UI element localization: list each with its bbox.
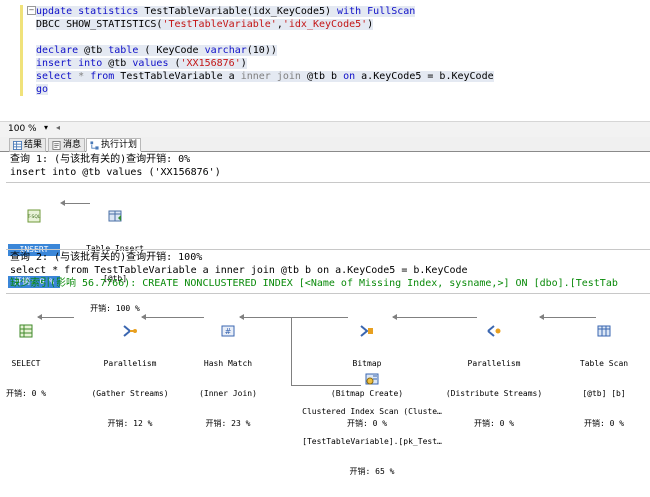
- grid-icon: [13, 140, 22, 150]
- op-clustered-index-scan-cost: 开销: 65 %: [349, 467, 395, 476]
- plan-op-parallelism-gather[interactable]: Parallelism (Gather Streams) 开销: 12 %: [82, 304, 178, 449]
- op-select-cost: 开销: 0 %: [6, 389, 47, 398]
- query-separator: [6, 249, 650, 250]
- parallelism-icon: [487, 325, 501, 337]
- query2-separator: [6, 293, 650, 294]
- zoom-dropdown-icon[interactable]: ▾: [44, 123, 48, 132]
- flow-line: [291, 317, 292, 385]
- tab-execution-plan[interactable]: 执行计划: [86, 138, 142, 152]
- plan-op-select[interactable]: SELECT 开销: 0 %: [6, 304, 46, 419]
- clustered-index-scan-icon: [365, 373, 379, 385]
- op-table-scan-sub: [@tb] [b]: [582, 389, 626, 398]
- plan-op-hash-match[interactable]: # Hash Match (Inner Join) 开销: 23 %: [196, 304, 260, 449]
- execution-plan-icon: [90, 140, 99, 150]
- plan-op-table-scan[interactable]: Table Scan [@tb] [b] 开销: 0 %: [574, 304, 634, 449]
- tab-results[interactable]: 结果: [9, 138, 47, 152]
- hash-match-icon: #: [221, 325, 235, 337]
- op-parallelism-gather-cost: 开销: 12 %: [107, 419, 153, 428]
- op-clustered-index-scan-title: Clustered Index Scan (Cluste…: [302, 407, 442, 416]
- table-scan-icon: [597, 325, 611, 337]
- collapse-icon[interactable]: −: [27, 6, 36, 15]
- zoom-bar: 100 % ▾ ◂: [0, 121, 650, 138]
- message-icon: [52, 140, 61, 150]
- query1-separator: [6, 182, 650, 183]
- op-parallelism-distribute-title: Parallelism: [467, 359, 521, 368]
- bitmap-icon: [360, 325, 373, 337]
- plan-op-parallelism-distribute[interactable]: Parallelism (Distribute Streams) 开销: 0 %: [440, 304, 548, 449]
- execution-plan-pane: 查询 1: (与该批有关的)查询开销: 0% insert into @tb v…: [0, 152, 650, 476]
- code-line-5: select * from TestTableVariable a inner …: [36, 71, 494, 82]
- op-parallelism-distribute-sub: (Distribute Streams): [445, 389, 543, 398]
- tab-messages[interactable]: 消息: [48, 138, 86, 152]
- tab-results-label: 结果: [24, 140, 43, 150]
- parallelism-icon: [123, 325, 137, 337]
- table-insert-icon: [108, 210, 122, 222]
- editor-gutter: [0, 0, 24, 120]
- scroll-left-icon[interactable]: ◂: [56, 123, 60, 132]
- zoom-level[interactable]: 100 %: [8, 124, 37, 134]
- tsql-icon: T-SQL: [27, 209, 41, 223]
- code-line-6: go: [36, 84, 49, 95]
- code-line-3: declare @tb table ( KeyCode varchar(10)): [36, 45, 277, 56]
- results-tabs: 结果 消息 执行计划: [0, 137, 650, 152]
- arrow-icon: [60, 200, 65, 206]
- code-line-4: insert into @tb values ('XX156876'): [36, 58, 247, 69]
- query1-sql: insert into @tb values ('XX156876'): [10, 167, 221, 178]
- code-line-2: DBCC SHOW_STATISTICS('TestTableVariable'…: [36, 19, 374, 30]
- op-hash-match-cost: 开销: 23 %: [205, 419, 251, 428]
- op-table-scan-title: Table Scan: [579, 359, 629, 368]
- op-hash-match-sub: (Inner Join): [199, 389, 257, 398]
- plan-op-clustered-index-scan[interactable]: Clustered Index Scan (Cluste… [TestTable…: [294, 352, 450, 497]
- select-result-icon: [19, 324, 33, 338]
- query1-header: 查询 1: (与该批有关的)查询开销: 0%: [10, 154, 191, 165]
- svg-text:#: #: [225, 327, 232, 336]
- change-marker: [20, 5, 23, 96]
- svg-text:T-SQL: T-SQL: [27, 214, 41, 220]
- sql-editor[interactable]: − update statistics TestTableVariable(id…: [0, 0, 650, 120]
- op-table-scan-cost: 开销: 0 %: [583, 419, 625, 428]
- op-parallelism-distribute-cost: 开销: 0 %: [473, 419, 515, 428]
- op-clustered-index-scan-sub: [TestTableVariable].[pk_Test…: [302, 437, 442, 446]
- code-line-1: update statistics TestTableVariable(idx_…: [36, 6, 416, 17]
- op-parallelism-gather-title: Parallelism: [103, 359, 157, 368]
- op-parallelism-gather-sub: (Gather Streams): [91, 389, 169, 398]
- op-select-title: SELECT: [11, 359, 41, 368]
- query2-sql: select * from TestTableVariable a inner …: [10, 265, 468, 276]
- missing-index-hint[interactable]: 缺少索引(影响 56.7766): CREATE NONCLUSTERED IN…: [10, 278, 650, 290]
- op-hash-match-title: Hash Match: [203, 359, 253, 368]
- tab-messages-label: 消息: [63, 140, 82, 150]
- query2-header: 查询 2: (与该批有关的)查询开销: 100%: [10, 252, 203, 263]
- tab-execution-plan-label: 执行计划: [101, 140, 138, 150]
